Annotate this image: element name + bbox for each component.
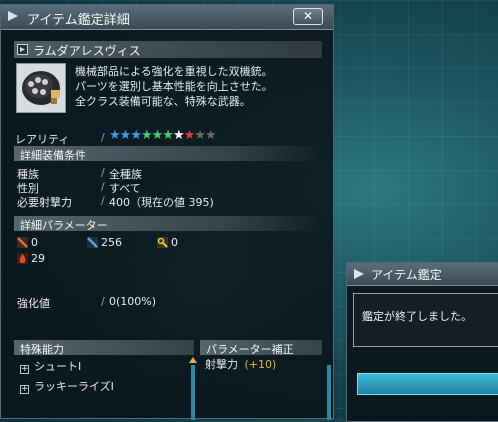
separator-slash: / — [101, 194, 105, 207]
tech-attack-icon — [157, 237, 168, 248]
melee-attack-stat: 0 — [17, 236, 38, 249]
required-ranged-value: 400（現在の値 395) — [109, 196, 214, 209]
ranged-attack-stat: 256 — [87, 236, 122, 249]
param-bonus-row: 射撃力 (+10) — [205, 356, 276, 372]
separator-slash: / — [101, 131, 105, 144]
special-abilities-title: 特殊能力 — [20, 343, 64, 356]
item-description: 機械部品による強化を重視した双機銃。 パーツを選別し基本性能を向上させた。 全ク… — [75, 64, 325, 109]
rarity-star-icon: ★ — [140, 128, 153, 143]
fire-element-stat: 29 — [17, 252, 45, 265]
twin-machinegun-icon — [17, 64, 65, 112]
separator-slash: / — [101, 180, 105, 193]
scroll-up-arrow-icon[interactable] — [189, 357, 197, 363]
twin-machinegun-category-icon — [17, 44, 28, 55]
rarity-star-icon: ★ — [109, 128, 121, 143]
param-bonus-value: (+10) — [244, 358, 277, 371]
grind-value: 0(100%) — [109, 295, 157, 308]
required-ranged-label: 必要射撃力 — [17, 196, 72, 209]
window-arrow-icon — [8, 11, 18, 21]
rarity-star-icon: ★ — [162, 128, 174, 143]
dialog-confirm-button[interactable] — [357, 373, 498, 395]
bonus-scrollbar[interactable] — [327, 365, 331, 420]
rarity-star-icon: ★ — [130, 128, 142, 143]
tech-attack-value: 0 — [171, 236, 178, 249]
dialog-message: 鑑定が終了しました。 — [362, 310, 472, 323]
ranged-attack-value: 256 — [101, 236, 122, 249]
item-appraisal-detail-window: アイテム鑑定詳細 ✕ ラムダアレスヴィス 機械部品による強化を重視した双機銃。 … — [0, 4, 334, 420]
param-bonus-header: パラメーター補正 — [200, 340, 322, 356]
rarity-label: レアリティ — [15, 133, 70, 146]
rarity-star-icon: ★ — [151, 128, 164, 143]
rarity-star-icon: ★ — [172, 128, 185, 143]
fire-element-value: 29 — [31, 252, 45, 265]
rarity-star-icon: ★ — [204, 128, 217, 143]
rarity-star-icon: ★ — [183, 128, 196, 143]
equip-conditions-title: 詳細装備条件 — [20, 149, 86, 162]
close-button[interactable]: ✕ — [293, 8, 323, 25]
item-appraisal-dialog: アイテム鑑定 鑑定が終了しました。 — [346, 262, 498, 422]
melee-attack-icon — [17, 237, 28, 248]
ranged-attack-icon — [87, 237, 98, 248]
window-titlebar: アイテム鑑定詳細 ✕ — [1, 5, 333, 30]
dialog-arrow-icon — [354, 269, 364, 279]
tech-attack-stat: 0 — [157, 236, 178, 249]
special-ability-item[interactable]: + ラッキーライズⅠ — [20, 378, 114, 394]
special-ability-name: シュートⅠ — [34, 360, 82, 373]
item-name-bar: ラムダアレスヴィス — [14, 41, 322, 58]
separator-slash: / — [101, 295, 105, 308]
melee-attack-value: 0 — [31, 236, 38, 249]
special-ability-name: ラッキーライズⅠ — [34, 380, 114, 393]
description-line: パーツを選別し基本性能を向上させた。 — [75, 80, 273, 93]
abilities-scrollbar[interactable] — [191, 365, 195, 420]
special-ability-item[interactable]: + シュートⅠ — [20, 358, 81, 374]
special-abilities-header: 特殊能力 — [14, 340, 194, 356]
equip-conditions-header: 詳細装備条件 — [14, 146, 322, 162]
item-image — [16, 63, 66, 113]
dialog-title: アイテム鑑定 — [371, 268, 442, 282]
parameters-header: 詳細パラメーター — [14, 216, 322, 232]
description-line: 全クラス装備可能な、特殊な武器。 — [75, 95, 251, 108]
grind-label: 強化値 — [17, 297, 50, 310]
description-line: 機械部品による強化を重視した双機銃。 — [75, 65, 273, 78]
dialog-message-box: 鑑定が終了しました。 — [353, 293, 498, 347]
rarity-star-icon: ★ — [119, 128, 132, 143]
window-title: アイテム鑑定詳細 — [27, 13, 130, 28]
param-bonus-label: 射撃力 — [205, 358, 238, 371]
rarity-stars: ★★★★★★★★★★ — [109, 128, 217, 143]
parameters-title: 詳細パラメーター — [20, 219, 108, 232]
separator-slash: / — [101, 166, 105, 179]
dialog-titlebar: アイテム鑑定 — [347, 263, 498, 286]
param-bonus-title: パラメーター補正 — [206, 343, 294, 356]
expand-plus-icon: + — [20, 364, 29, 374]
expand-plus-icon: + — [20, 384, 29, 394]
fire-element-icon — [17, 253, 28, 264]
rarity-star-icon: ★ — [194, 128, 206, 143]
item-name: ラムダアレスヴィス — [33, 44, 141, 58]
